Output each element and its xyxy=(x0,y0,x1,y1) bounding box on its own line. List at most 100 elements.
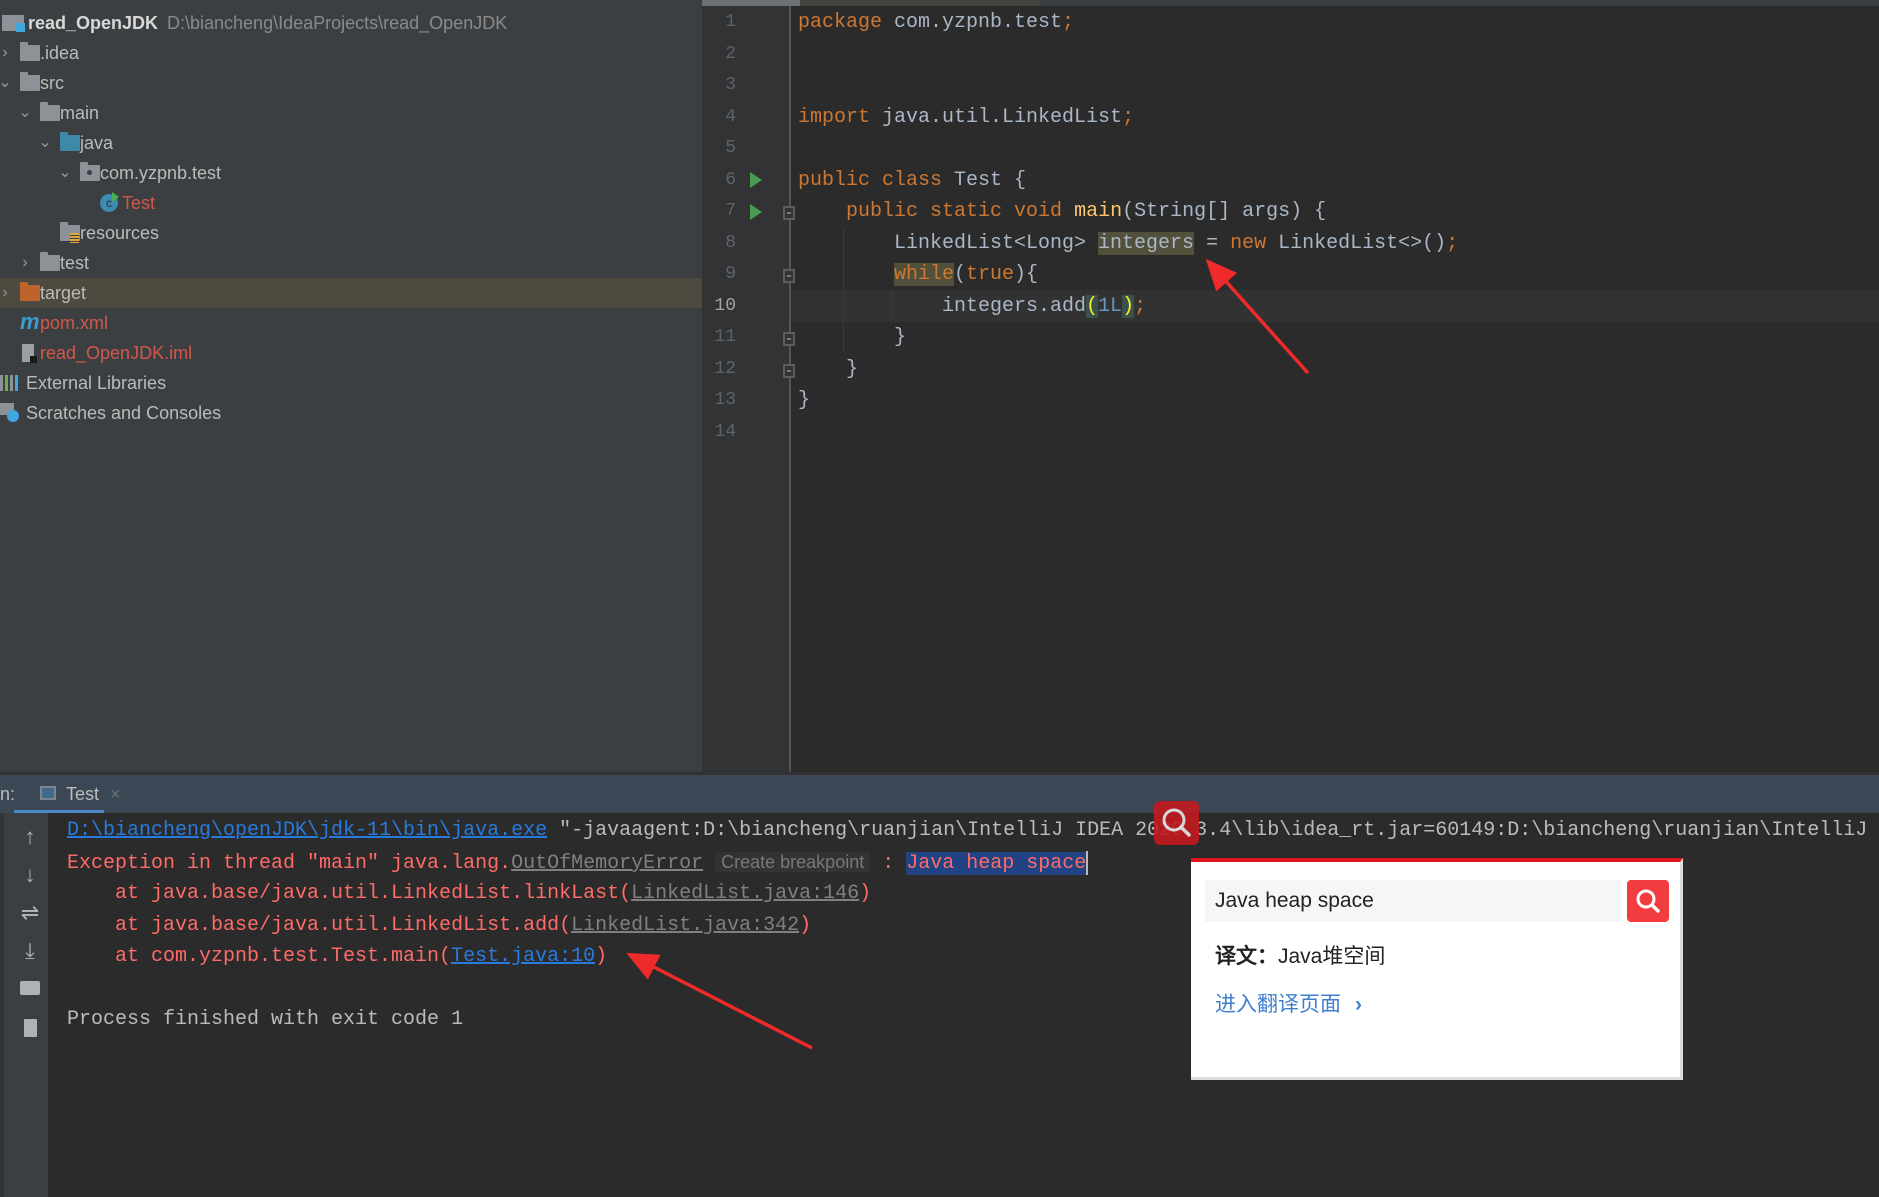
close-tab-icon[interactable]: × xyxy=(110,775,121,813)
tree-item-label: pom.xml xyxy=(40,313,109,333)
translate-search-button[interactable] xyxy=(1627,880,1669,922)
project-root[interactable]: read_OpenJDK D:\biancheng\IdeaProjects\r… xyxy=(0,8,702,38)
keyword: new xyxy=(1230,232,1267,255)
libraries-icon xyxy=(0,375,20,391)
stack-source-link[interactable]: LinkedList.java:146 xyxy=(631,882,859,905)
exception-class-link[interactable]: OutOfMemoryError xyxy=(511,852,703,875)
semicolon: ; xyxy=(1446,232,1459,255)
chevron-right-icon[interactable]: › xyxy=(0,278,12,308)
selected-text: Java heap space xyxy=(906,852,1087,875)
tree-item-label: resources xyxy=(80,223,160,243)
chevron-down-icon[interactable]: ⌄ xyxy=(38,128,52,158)
tree-item-test-class[interactable]: c Test xyxy=(0,188,702,218)
run-toolbar: ↑ ↓ ⇌ ⤓ xyxy=(0,813,48,1197)
chevron-right-icon: › xyxy=(1355,993,1362,1016)
code-line-9: while(true){ xyxy=(894,259,1038,290)
open-translation-page-link[interactable]: 进入翻译页面 › xyxy=(1215,988,1362,1018)
up-arrow-icon[interactable]: ↑ xyxy=(14,823,46,851)
console-line-command: D:\biancheng\openJDK\jdk-11\bin\java.exe… xyxy=(67,815,1867,846)
indent-guide xyxy=(843,228,844,352)
tree-item-label: test xyxy=(60,253,90,273)
keyword-highlight: while xyxy=(894,263,955,286)
project-root-path: D:\biancheng\IdeaProjects\read_OpenJDK xyxy=(167,13,508,33)
keyword: import xyxy=(798,106,871,129)
run-panel-label: n: xyxy=(0,784,16,804)
trash-icon[interactable] xyxy=(14,1013,46,1041)
tree-item-java[interactable]: ⌄ java xyxy=(0,128,702,158)
chevron-right-icon[interactable]: › xyxy=(18,248,32,278)
fold-marker-icon[interactable] xyxy=(783,206,795,220)
iml-file-icon xyxy=(22,344,37,363)
console-text: "-javaagent:D:\biancheng\ruanjian\Intell… xyxy=(547,819,1868,842)
tree-item-scratches[interactable]: Scratches and Consoles xyxy=(0,398,702,428)
scroll-to-end-icon[interactable]: ⤓ xyxy=(14,937,46,965)
code-text: integers.add xyxy=(942,295,1087,318)
fold-marker-icon[interactable] xyxy=(783,364,795,378)
scratches-icon xyxy=(0,403,19,422)
java-exe-link[interactable]: D:\biancheng\openJDK\jdk-11\bin\java.exe xyxy=(67,819,547,842)
console-text: Exception in thread "main" java.lang. xyxy=(67,852,512,875)
tree-item-label: com.yzpnb.test xyxy=(100,163,222,183)
code-text: com.yzpnb.test xyxy=(882,11,1063,34)
soft-wrap-icon[interactable]: ⇌ xyxy=(14,899,46,927)
code-line-1: package com.yzpnb.test; xyxy=(798,7,1074,38)
tree-item-pom[interactable]: m pom.xml xyxy=(0,308,702,338)
console-line-stack: at java.base/java.util.LinkedList.add(Li… xyxy=(67,910,811,941)
excluded-folder-icon xyxy=(20,282,40,301)
text-caret xyxy=(1086,850,1089,875)
print-icon[interactable] xyxy=(14,975,46,1003)
code-line-10: integers.add(1L); xyxy=(942,291,1146,322)
gutter-divider xyxy=(789,6,791,772)
tree-item-label: target xyxy=(40,283,87,303)
tree-item-test[interactable]: › test xyxy=(0,248,702,278)
code-text: LinkedList<Long> xyxy=(894,232,1099,255)
chevron-down-icon[interactable]: ⌄ xyxy=(58,158,72,188)
run-tab-label: Test xyxy=(66,784,100,804)
package-icon xyxy=(80,162,100,181)
stack-source-link[interactable]: LinkedList.java:342 xyxy=(571,914,799,937)
run-class-icon[interactable] xyxy=(750,172,762,188)
project-panel: read_OpenJDK D:\biancheng\IdeaProjects\r… xyxy=(0,0,702,772)
fold-marker-icon[interactable] xyxy=(783,269,795,283)
link-label: 进入翻译页面 xyxy=(1215,993,1341,1016)
code-text: java.util.LinkedList xyxy=(870,106,1123,129)
tree-item-label: External Libraries xyxy=(26,373,167,393)
tree-item-iml[interactable]: read_OpenJDK.iml xyxy=(0,338,702,368)
resources-folder-icon xyxy=(60,222,80,243)
line-number: 7 xyxy=(725,201,736,221)
console-text: at java.base/java.util.LinkedList.linkLa… xyxy=(67,882,632,905)
run-main-icon[interactable] xyxy=(750,204,762,220)
tree-item-src[interactable]: ⌄ src xyxy=(0,68,702,98)
console-text: at com.yzpnb.test.Test.main( xyxy=(67,945,452,968)
tree-item-package[interactable]: ⌄ com.yzpnb.test xyxy=(0,158,702,188)
floating-translate-button[interactable] xyxy=(1154,801,1199,845)
brace-match: ( xyxy=(1086,295,1099,318)
translation-result-label: 译文： xyxy=(1215,945,1278,968)
line-number: 9 xyxy=(725,264,736,284)
tree-item-main[interactable]: ⌄ main xyxy=(0,98,702,128)
tree-item-label: src xyxy=(40,73,64,93)
translate-query-input[interactable] xyxy=(1205,880,1621,922)
semicolon: ; xyxy=(1122,106,1135,129)
create-breakpoint-inlay[interactable]: Create breakpoint xyxy=(715,852,871,872)
chevron-right-icon[interactable]: › xyxy=(0,38,12,68)
stack-source-link[interactable]: Test.java:10 xyxy=(451,945,595,968)
keyword: public static void xyxy=(846,200,1063,223)
tree-item-external-libraries[interactable]: External Libraries xyxy=(0,368,702,398)
console-text: ) xyxy=(859,882,872,905)
chevron-down-icon[interactable]: ⌄ xyxy=(0,68,12,98)
chevron-down-icon[interactable]: ⌄ xyxy=(18,98,32,128)
tree-item-target[interactable]: › target xyxy=(0,278,702,308)
code-text: ( xyxy=(954,263,967,286)
fold-marker-icon[interactable] xyxy=(783,332,795,346)
semicolon: ; xyxy=(1134,295,1147,318)
code-text: (String[] args) { xyxy=(1122,200,1327,223)
code-line-13: } xyxy=(798,389,811,412)
tree-item-resources[interactable]: resources xyxy=(0,218,702,248)
tree-item-label: Test xyxy=(122,193,156,213)
tree-item-idea[interactable]: › .idea xyxy=(0,38,702,68)
line-number-current: 10 xyxy=(714,296,736,316)
console-text: ) xyxy=(595,945,608,968)
maven-icon: m xyxy=(20,309,40,334)
down-arrow-icon[interactable]: ↓ xyxy=(14,861,46,889)
